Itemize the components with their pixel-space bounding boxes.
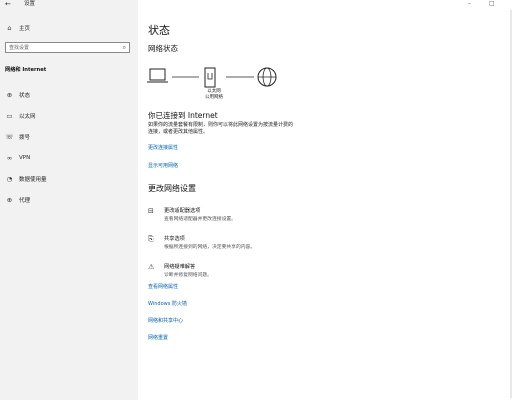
adapter-icon: ⊟ [148,207,154,215]
page-title: 状态 [148,24,170,37]
status-icon: ⊕ [6,91,13,99]
search-input[interactable]: 查找设置 ⌕ [5,42,130,53]
sidebar-item-data-usage[interactable]: ◔ 数据使用量 [5,173,47,185]
sidebar-item-label: 代理 [19,198,31,204]
adapter-options-desc: 查看网络适配器并更改连接设置。 [164,217,236,222]
sidebar-item-label: 以太网 [19,114,36,120]
connected-desc-line2: 连接，或者更改其他属性。 [148,129,209,135]
diagram-label-line2: 公用网络 [205,95,223,100]
network-reset-link[interactable]: 网络重置 [148,335,168,342]
sidebar-item-label: VPN [19,155,31,161]
sidebar-item-home[interactable]: ⌂ 主页 [5,22,30,34]
network-sharing-center-link[interactable]: 网络和共享中心 [148,318,183,325]
dialup-icon: ☏ [5,133,14,141]
sidebar-section-header: 网络和 Internet [5,67,47,73]
sharing-options-desc: 根据所连接到的网络，决定要共享的内容。 [164,245,256,250]
minimize-button[interactable]: – [468,0,471,8]
adapter-options-title[interactable]: 更改适配器选项 [164,207,200,214]
back-arrow-icon[interactable]: ← [5,0,11,8]
network-status-heading: 网络状态 [148,44,178,53]
vpn-icon: ∞ [6,154,13,162]
home-icon: ⌂ [7,24,12,32]
troubleshooter-title[interactable]: 网络疑难解答 [164,263,195,270]
maximize-button[interactable]: □ [489,0,495,8]
sidebar: ← 设置 ⌂ 主页 查找设置 ⌕ 网络和 Internet ⊕ 状态 ▭ 以太网… [0,0,138,400]
connected-desc-line1: 如果你的流量套餐有限制，则你可以将此网络设置为按流量计费的 [148,122,294,128]
sidebar-item-proxy[interactable]: ⊕ 代理 [5,194,30,206]
globe-icon [257,67,277,87]
sidebar-item-label: 数据使用量 [19,177,47,183]
sidebar-item-status[interactable]: ⊕ 状态 [5,89,30,101]
connected-heading: 你已连接到 Internet [148,111,218,120]
sidebar-item-dialup[interactable]: ☏ 拨号 [5,131,30,143]
sharing-icon: ⎘ [148,235,154,243]
search-icon: ⌕ [122,44,126,51]
change-network-settings-heading: 更改网络设置 [148,184,196,193]
search-placeholder: 查找设置 [9,45,30,51]
warning-icon: ⚠ [148,263,155,271]
title-bar: ← 设置 [0,0,138,10]
sidebar-item-label: 主页 [19,26,31,32]
app-title: 设置 [24,1,36,7]
data-usage-icon: ◔ [6,175,13,183]
proxy-icon: ⊕ [6,196,13,204]
main-panel [138,0,512,400]
sidebar-item-label: 拨号 [19,135,31,141]
ethernet-icon: ▭ [6,112,13,120]
show-available-networks-link[interactable]: 显示可用网络 [148,163,178,170]
windows-firewall-link[interactable]: Windows 防火墙 [148,301,187,308]
diagram-label: 以太网 公用网络 [200,89,228,101]
sidebar-item-ethernet[interactable]: ▭ 以太网 [5,110,36,122]
troubleshooter-desc: 诊断并修复网络问题。 [164,273,212,278]
sidebar-item-vpn[interactable]: ∞ VPN [5,152,30,164]
view-network-properties-link[interactable]: 查看网络属性 [148,284,178,291]
change-connection-properties-link[interactable]: 更改连接属性 [148,145,178,152]
sharing-options-title[interactable]: 共享选项 [164,235,185,242]
ethernet-port-icon [204,67,216,88]
sidebar-item-label: 状态 [19,93,31,99]
computer-icon [147,68,168,83]
